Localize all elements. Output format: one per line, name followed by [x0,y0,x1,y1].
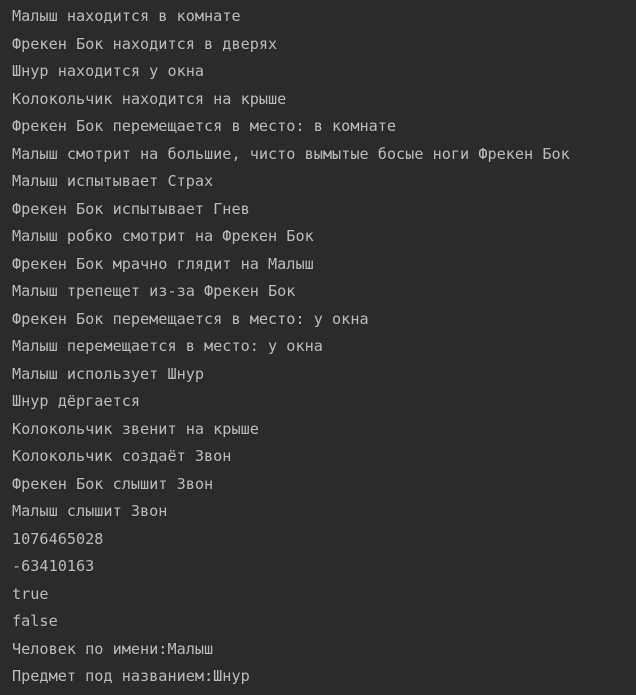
console-line: Малыш использует Шнур [12,364,205,383]
console-line: Шнур дёргается [12,392,141,410]
console-line: Малыш смотрит на большие, чисто вымытые … [12,144,570,163]
console-line: Малыш слышит Звон [12,502,168,520]
console-line: Малыш перемещается в место: у окна [12,337,323,355]
console-line: Фрекен Бок перемещается в место: у окна [12,309,369,328]
console-line: Фрекен Бок перемещается в место: в комна… [12,117,397,135]
console-line: Фрекен Бок находится в дверях [12,34,278,53]
console-line: Предмет под названием:Шнур [12,667,250,685]
console-line: Малыш робко смотрит на Фрекен Бок [12,227,314,245]
console-line: Малыш находится в комнате [12,7,241,25]
console-line: Малыш трепещет из-за Фрекен Бок [12,282,296,300]
console-line: Фрекен Бок слышит Звон [12,474,214,493]
console-line: Малыш испытывает Страх [12,172,214,190]
console-line: true [12,584,49,603]
console-line: 1076465028 [12,529,104,548]
console-output[interactable]: Малыш находится в комнате Фрекен Бок нах… [0,0,636,695]
console-line: false [12,612,58,630]
console-line: Колокольчик создаёт Звон [12,447,232,465]
console-line: Колокольчик звенит на крыше [12,419,259,438]
console-line: Шнур находится у окна [12,62,205,80]
console-line: Фрекен Бок испытывает Гнев [12,199,250,218]
console-line: Человек по имени:Малыш [12,639,214,658]
console-line: Фрекен Бок мрачно глядит на Малыш [12,254,314,273]
console-line: Колокольчик находится на крыше [12,89,287,108]
console-line: -63410163 [12,557,95,575]
